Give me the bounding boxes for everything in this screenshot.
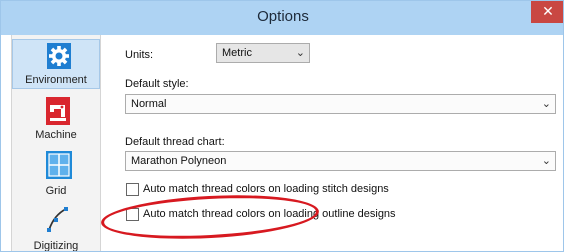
sewing-machine-icon bbox=[46, 97, 70, 130]
sidebar-item-machine[interactable]: Machine bbox=[12, 95, 100, 149]
default-style-label: Default style: bbox=[125, 78, 189, 90]
sidebar-item-digitizing[interactable]: Digitizing bbox=[12, 203, 100, 252]
units-dropdown[interactable]: Metric ⌄ bbox=[216, 43, 310, 63]
sidebar-item-grid[interactable]: Grid bbox=[12, 149, 100, 203]
sidebar-item-environment[interactable]: Environment bbox=[12, 39, 100, 89]
thread-chart-dropdown[interactable]: Marathon Polyneon ⌄ bbox=[125, 151, 556, 171]
thread-chart-label: Default thread chart: bbox=[125, 136, 225, 148]
sidebar-item-label: Machine bbox=[35, 129, 77, 141]
auto-match-outline-checkbox[interactable] bbox=[126, 208, 139, 221]
chevron-down-icon: ⌄ bbox=[541, 97, 551, 110]
window-title: Options bbox=[257, 8, 309, 25]
sidebar-item-label: Grid bbox=[45, 185, 67, 197]
chevron-down-icon: ⌄ bbox=[541, 154, 551, 167]
thread-chart-value: Marathon Polyneon bbox=[131, 155, 227, 167]
units-label: Units: bbox=[125, 49, 154, 61]
category-sidebar: Environment Machine Grid Digitizing bbox=[11, 35, 101, 252]
digitizing-icon bbox=[46, 203, 72, 238]
options-window: Options ✕ Environment Machine Grid Digit… bbox=[0, 0, 564, 252]
default-style-dropdown[interactable]: Normal ⌄ bbox=[125, 94, 556, 114]
title-bar[interactable]: Options ✕ bbox=[1, 1, 563, 35]
environment-settings-panel: Units: Metric ⌄ Default style: Normal ⌄ … bbox=[102, 35, 563, 251]
close-button[interactable]: ✕ bbox=[531, 1, 563, 23]
sidebar-item-label: Digitizing bbox=[33, 240, 79, 252]
close-icon: ✕ bbox=[542, 4, 554, 20]
sidebar-item-label: Environment bbox=[25, 74, 87, 86]
auto-match-stitch-checkbox[interactable] bbox=[126, 183, 139, 196]
grid-icon bbox=[46, 151, 72, 184]
auto-match-outline-label[interactable]: Auto match thread colors on loading outl… bbox=[143, 208, 396, 220]
auto-match-stitch-label[interactable]: Auto match thread colors on loading stit… bbox=[143, 183, 389, 195]
gear-icon bbox=[47, 43, 71, 74]
chevron-down-icon: ⌄ bbox=[295, 46, 305, 59]
units-value: Metric bbox=[222, 47, 252, 59]
default-style-value: Normal bbox=[131, 98, 167, 110]
